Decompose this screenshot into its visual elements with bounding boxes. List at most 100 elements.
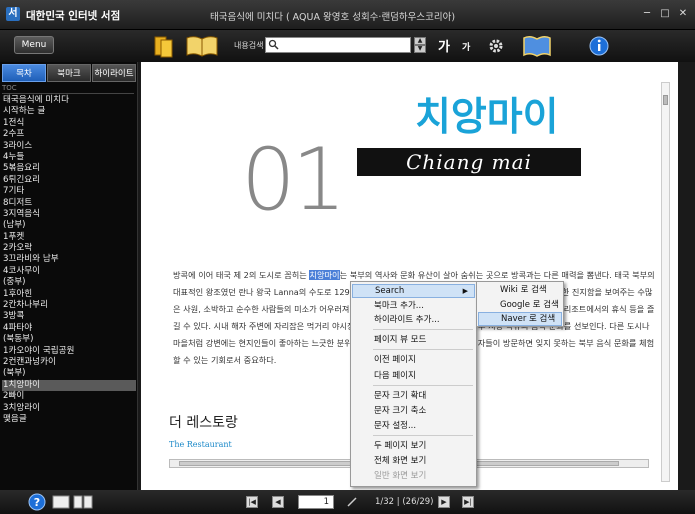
toc-item[interactable]: 1카오야이 국립공원: [2, 346, 136, 357]
sidebar: 목차 북마크 하이라이트 TOC 태국음식에 미치다 시작하는 글 1전식 2수프 3라…: [0, 62, 138, 490]
toc-item[interactable]: 7기타: [2, 186, 136, 197]
book-view-icon[interactable]: [522, 33, 552, 59]
toc-item[interactable]: 시작하는 글: [2, 106, 136, 117]
page-number-input[interactable]: 1: [298, 495, 334, 509]
toc-item[interactable]: 1전식: [2, 118, 136, 129]
menu-item-zoom-in[interactable]: 문자 크기 확대: [352, 389, 475, 403]
settings-gear-icon[interactable]: [486, 33, 506, 59]
tab-toc[interactable]: 목차: [2, 64, 46, 82]
document-title: 태국음식에 미치다 ( AQUA 왕영호 성회수·랜덤하우스코리아): [210, 12, 456, 23]
app-title: 대한민국 인터넷 서점: [26, 10, 121, 22]
section-subtitle: The Restaurant: [169, 440, 232, 449]
chapter-title-english: Chiang mai: [357, 148, 581, 176]
toc-item[interactable]: 4코사무이: [2, 266, 136, 277]
toc-list: 태국음식에 미치다 시작하는 글 1전식 2수프 3라이스 4누들 5볶음요리 6튀긴요리 7기…: [2, 95, 136, 425]
vertical-scroll-thumb[interactable]: [663, 95, 668, 105]
toc-item[interactable]: 1치앙마이: [2, 379, 136, 392]
menu-item-zoom-out[interactable]: 문자 크기 축소: [352, 404, 475, 418]
menu-item-full-screen[interactable]: 전체 화면 보기: [352, 454, 475, 468]
toc-item[interactable]: (북동부): [2, 334, 136, 345]
toc-item[interactable]: (북부): [2, 368, 136, 379]
title-bar: 서 대한민국 인터넷 서점 태국음식에 미치다 ( AQUA 왕영호 성회수·랜…: [0, 0, 695, 30]
toc-item[interactable]: 태국음식에 미치다: [2, 95, 136, 106]
toc-item[interactable]: 3끄라비와 남부: [2, 254, 136, 265]
search-submenu: Wiki 로 검색 Google 로 검색 Naver 로 검색: [476, 281, 564, 327]
menu-item-text-settings[interactable]: 문자 설정...: [352, 419, 475, 433]
next-page-button[interactable]: ▶: [438, 496, 450, 508]
toc-item[interactable]: 3라이스: [2, 141, 136, 152]
context-menu: Search ▶ 북마크 추가... 하이라이트 추가... 페이지 뷰 모드 이…: [350, 281, 477, 487]
toc-item[interactable]: (중부): [2, 277, 136, 288]
chapter-title-korean: 치앙마이: [415, 95, 559, 140]
toc-item[interactable]: (남부): [2, 220, 136, 231]
toc-item[interactable]: 6튀긴요리: [2, 175, 136, 186]
close-button[interactable]: ✕: [677, 8, 689, 20]
menu-item-label: Search: [375, 286, 405, 296]
bottom-bar: ? |◀ ◀ 1 1/32 | (26/29) ▶ ▶|: [0, 490, 695, 514]
search-next-button[interactable]: ▼: [414, 45, 426, 53]
search-prev-button[interactable]: ▲: [414, 37, 426, 45]
library-books-icon[interactable]: [152, 33, 180, 59]
toc-item[interactable]: 1후아힌: [2, 289, 136, 300]
search-input[interactable]: [265, 37, 411, 53]
toc-item[interactable]: 5볶음요리: [2, 163, 136, 174]
sidebar-tabs: 목차 북마크 하이라이트: [2, 64, 136, 82]
tab-bookmark[interactable]: 북마크: [47, 64, 91, 82]
double-page-view-icon[interactable]: [73, 495, 93, 509]
toc-item[interactable]: 2컨캔과넝카이: [2, 357, 136, 368]
menu-item-two-page[interactable]: 두 페이지 보기: [352, 439, 475, 453]
selected-text[interactable]: 치앙마이: [309, 270, 340, 280]
menu-item-search[interactable]: Search ▶: [352, 284, 475, 298]
font-bigger-button[interactable]: 가: [438, 36, 450, 55]
first-page-button[interactable]: |◀: [246, 496, 258, 508]
toolbar: Menu 내용검색 ▲ ▼ 가 가: [0, 30, 695, 62]
menu-item-next-page[interactable]: 다음 페이지: [352, 369, 475, 383]
menu-separator: [373, 349, 473, 350]
page-info: 1/32 | (26/29): [375, 497, 434, 507]
menu-separator: [373, 329, 473, 330]
toc-item[interactable]: 2빠이: [2, 391, 136, 402]
font-smaller-button[interactable]: 가: [462, 40, 470, 53]
help-icon[interactable]: ?: [28, 493, 46, 511]
toc-item[interactable]: 8디저트: [2, 198, 136, 209]
chapter-number: 01: [241, 130, 346, 230]
minimize-button[interactable]: ─: [641, 8, 653, 20]
toc-item[interactable]: 1푸켓: [2, 232, 136, 243]
toc-item[interactable]: 3지역음식: [2, 209, 136, 220]
menu-item-page-view-mode[interactable]: 페이지 뷰 모드: [352, 333, 475, 347]
submenu-arrow-icon: ▶: [462, 287, 468, 295]
search-label: 내용검색: [234, 41, 264, 50]
toc-item[interactable]: 맺음글: [2, 414, 136, 425]
section-title: 더 레스토랑: [169, 415, 238, 431]
menu-item-bookmark-add[interactable]: 북마크 추가...: [352, 299, 475, 313]
paragraph-text: 방콕에 이어 태국 제 2의 도시로 꼽히는: [173, 270, 310, 280]
info-icon[interactable]: [588, 33, 610, 59]
menu-item-wiki-search[interactable]: Wiki 로 검색: [478, 283, 562, 297]
toc-item[interactable]: 2수프: [2, 129, 136, 140]
menu-item-prev-page[interactable]: 이전 페이지: [352, 353, 475, 367]
tab-highlight[interactable]: 하이라이트: [92, 64, 136, 82]
toc-item[interactable]: 2칸차나부리: [2, 300, 136, 311]
menu-separator: [373, 385, 473, 386]
menu-item-naver-search[interactable]: Naver 로 검색: [478, 312, 562, 326]
menu-item-highlight-add[interactable]: 하이라이트 추가...: [352, 313, 475, 327]
menu-button[interactable]: Menu: [14, 36, 54, 54]
maximize-button[interactable]: □: [659, 8, 671, 20]
help-glyph: ?: [34, 496, 40, 509]
page-slider-icon[interactable]: [346, 496, 358, 508]
toc-header: TOC: [2, 84, 134, 94]
single-page-view-icon[interactable]: [52, 495, 70, 509]
last-page-button[interactable]: ▶|: [462, 496, 474, 508]
toc-item[interactable]: 4누들: [2, 152, 136, 163]
app-logo-icon: 서: [6, 7, 20, 21]
open-book-icon[interactable]: [185, 33, 219, 59]
menu-separator: [373, 435, 473, 436]
toc-item[interactable]: 4파타야: [2, 323, 136, 334]
toc-item[interactable]: 2카오락: [2, 243, 136, 254]
search-icon: [268, 39, 279, 50]
toc-item[interactable]: 3치앙라이: [2, 403, 136, 414]
vertical-scrollbar[interactable]: [661, 82, 670, 482]
toc-item[interactable]: 3방콕: [2, 311, 136, 322]
prev-page-button[interactable]: ◀: [272, 496, 284, 508]
menu-item-google-search[interactable]: Google 로 검색: [478, 298, 562, 312]
